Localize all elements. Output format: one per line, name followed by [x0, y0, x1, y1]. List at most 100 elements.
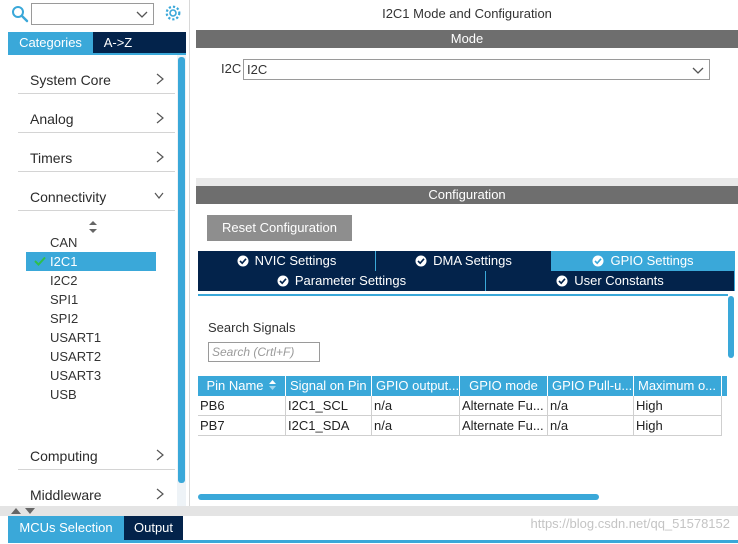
column-header-maximum-output[interactable]: Maximum o...	[634, 376, 722, 396]
reset-configuration-button[interactable]: Reset Configuration	[207, 215, 352, 241]
tab-label: Parameter Settings	[294, 273, 407, 288]
column-header-gpio-output[interactable]: GPIO output...	[372, 376, 460, 396]
list-item-spi1[interactable]: SPI1	[26, 290, 156, 309]
page-title: I2C1 Mode and Configuration	[382, 6, 552, 21]
category-system-core[interactable]: System Core	[18, 55, 175, 94]
category-middleware[interactable]: Middleware	[18, 470, 175, 506]
column-header-gpio-mode[interactable]: GPIO mode	[460, 376, 548, 396]
table-cell: PB7	[198, 416, 286, 436]
table-cell: I2C1_SCL	[286, 396, 372, 416]
app-window: Categories A->Z System Core Analog Timer…	[0, 0, 738, 544]
scrollbar-thumb[interactable]	[198, 494, 599, 500]
column-header-label: Pin Name	[206, 378, 264, 393]
left-panel: Categories A->Z System Core Analog Timer…	[0, 0, 190, 506]
left-scrollbar[interactable]	[177, 55, 186, 506]
list-item-can[interactable]: CAN	[26, 233, 156, 252]
table-cell: High	[634, 416, 722, 436]
chevron-right-icon	[156, 151, 164, 163]
table-cell: High	[634, 396, 722, 416]
category-label: Connectivity	[30, 189, 107, 205]
tab-label: GPIO Settings	[610, 253, 694, 268]
tab-output[interactable]: Output	[124, 516, 183, 540]
list-item-usart2[interactable]: USART2	[26, 347, 156, 366]
chevron-down-icon[interactable]	[135, 7, 149, 21]
search-signals-label: Search Signals	[208, 320, 296, 335]
tab-mcus-selection[interactable]: MCUs Selection	[8, 516, 124, 540]
column-header-pin-name[interactable]: Pin Name	[198, 376, 286, 396]
tab-categories[interactable]: Categories	[8, 32, 93, 53]
settings-tabs-row-2: Parameter Settings User Constants	[198, 271, 735, 291]
table-cell: I2C1_SDA	[286, 416, 372, 436]
tab-user-constants[interactable]: User Constants	[486, 271, 735, 291]
chevron-right-icon	[156, 73, 164, 85]
table-vertical-scrollbar[interactable]	[727, 296, 736, 496]
table-horizontal-scrollbar[interactable]	[198, 494, 728, 502]
list-item-i2c2[interactable]: I2C2	[26, 271, 156, 290]
category-label: Analog	[30, 111, 74, 127]
mode-section-header: Mode	[196, 30, 738, 48]
search-signals-input[interactable]: Search (Crtl+F)	[208, 342, 320, 362]
tab-parameter-settings[interactable]: Parameter Settings	[198, 271, 486, 291]
table-cell: n/a	[372, 416, 460, 436]
column-header-signal-on-pin[interactable]: Signal on Pin	[286, 376, 372, 396]
tab-dma-settings[interactable]: DMA Settings	[376, 251, 552, 271]
check-circle-icon	[415, 255, 427, 267]
category-connectivity[interactable]: Connectivity	[18, 172, 175, 211]
collapse-arrows-icon[interactable]	[10, 507, 38, 515]
chevron-right-icon	[156, 488, 164, 500]
category-list: System Core Analog Timers Connectivity C…	[8, 55, 176, 506]
chevron-down-icon	[154, 192, 164, 199]
category-search-combobox[interactable]	[31, 3, 154, 25]
table-cell: Alternate Fu...	[460, 396, 548, 416]
category-analog[interactable]: Analog	[18, 94, 175, 133]
tab-a-to-z[interactable]: A->Z	[93, 32, 143, 53]
check-circle-icon	[592, 255, 604, 267]
category-label: Middleware	[30, 487, 102, 503]
tab-gpio-settings[interactable]: GPIO Settings	[552, 251, 735, 271]
table-cell: n/a	[548, 396, 634, 416]
category-label: System Core	[30, 72, 111, 88]
table-cell: n/a	[548, 416, 634, 436]
check-circle-icon	[237, 255, 249, 267]
scrollbar-thumb[interactable]	[728, 296, 734, 358]
checkmark-icon	[34, 256, 46, 266]
mode-label: I2C	[221, 61, 242, 76]
list-item-i2c1[interactable]: I2C1	[26, 252, 156, 271]
sort-icon	[268, 380, 276, 390]
bottom-splitter[interactable]	[0, 506, 738, 516]
chevron-right-icon	[156, 112, 164, 124]
bottom-tabbar-underline	[8, 540, 738, 543]
chevron-right-icon	[156, 449, 164, 461]
list-item-spi2[interactable]: SPI2	[26, 309, 156, 328]
gear-icon[interactable]	[163, 3, 183, 23]
configuration-section-header: Configuration	[196, 186, 738, 204]
table-cell: PB6	[198, 396, 286, 416]
tab-nvic-settings[interactable]: NVIC Settings	[198, 251, 376, 271]
gpio-settings-panel: Search Signals Search (Crtl+F) Pin Name …	[198, 294, 728, 504]
settings-tabs-row-1: NVIC Settings DMA Settings GPIO Settings	[198, 251, 735, 271]
watermark: https://blog.csdn.net/qq_51578152	[530, 516, 731, 531]
category-computing[interactable]: Computing	[18, 431, 175, 470]
i2c-mode-select[interactable]: I2C	[243, 59, 710, 80]
table-cell: Alternate Fu...	[460, 416, 548, 436]
table-cell: n/a	[372, 396, 460, 416]
list-item-label: I2C1	[50, 254, 78, 269]
mode-select-value: I2C	[247, 62, 268, 77]
tab-label: DMA Settings	[433, 253, 512, 268]
list-item-usb[interactable]: USB	[26, 385, 156, 404]
search-icon[interactable]	[11, 5, 29, 23]
check-circle-icon	[277, 275, 289, 287]
list-item-usart1[interactable]: USART1	[26, 328, 156, 347]
sort-arrows-icon[interactable]	[88, 220, 98, 234]
scrollbar-thumb[interactable]	[178, 57, 185, 483]
column-header-gpio-pull[interactable]: GPIO Pull-u...	[548, 376, 634, 396]
list-item-usart3[interactable]: USART3	[26, 366, 156, 385]
right-panel: I2C1 Mode and Configuration Mode I2C I2C…	[196, 0, 738, 506]
category-label: Timers	[30, 150, 73, 166]
chevron-down-icon[interactable]	[691, 63, 705, 77]
category-timers[interactable]: Timers	[18, 133, 175, 172]
check-circle-icon	[556, 275, 568, 287]
tab-label: User Constants	[574, 273, 664, 288]
tab-label: NVIC Settings	[254, 253, 337, 268]
panel-divider[interactable]	[196, 178, 738, 186]
